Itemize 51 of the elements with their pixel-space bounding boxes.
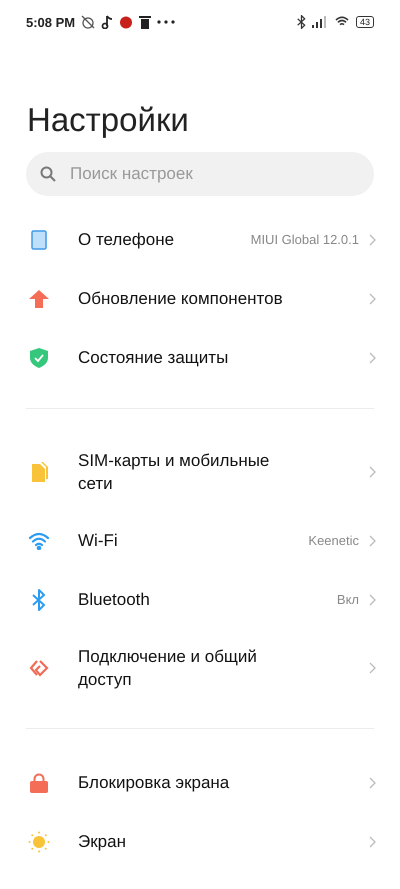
signal-icon (312, 16, 328, 28)
arrow-up-icon (29, 290, 49, 308)
chevron-right-icon (369, 662, 376, 674)
chevron-right-icon (369, 292, 376, 304)
settings-item[interactable]: SIM-карты и мобильные сети (0, 433, 400, 511)
item-value: MIUI Global 12.0.1 (250, 232, 359, 247)
sim-cards-icon (30, 462, 48, 482)
chevron-right-icon (369, 352, 376, 364)
settings-item[interactable]: Обновление компонентов (0, 269, 400, 328)
chevron-right-icon (369, 234, 376, 246)
alarm-off-icon (81, 15, 96, 29)
page-title: Настройки (27, 100, 190, 140)
shield-icon (30, 348, 48, 368)
chevron-right-icon (369, 776, 376, 788)
chevron-right-icon (369, 594, 376, 606)
item-label: Блокировка экрана (78, 772, 230, 794)
settings-item[interactable]: О телефоне MIUI Global 12.0.1 (0, 210, 400, 269)
settings-item[interactable]: Подключение и общий доступ (0, 629, 400, 707)
search-bar[interactable]: Поиск настроек (26, 152, 374, 196)
item-label: Wi-Fi (78, 530, 118, 552)
more-icon (157, 20, 176, 24)
item-label: Bluetooth (78, 589, 150, 611)
phone-icon (31, 230, 47, 250)
item-label: SIM-карты и мобильные сети (78, 450, 270, 495)
status-time: 5:08 PM (26, 14, 76, 30)
item-label: Экран (78, 831, 126, 853)
chevron-right-icon (369, 836, 376, 848)
settings-item[interactable]: Состояние защиты (0, 328, 400, 387)
music-note-icon (101, 15, 114, 29)
settings-item[interactable]: Блокировка экрана (0, 753, 400, 812)
chevron-right-icon (369, 466, 376, 478)
item-value: Вкл (336, 592, 359, 607)
item-label: О телефоне (78, 229, 174, 251)
bluetooth-icon (32, 588, 46, 610)
search-input[interactable]: Поиск настроек (68, 163, 360, 185)
wifi-icon (334, 16, 350, 28)
item-label: Состояние защиты (78, 347, 228, 369)
item-label: Подключение и общий доступ (78, 646, 258, 691)
trash-icon (139, 15, 152, 29)
sun-icon (28, 830, 50, 852)
item-value: Keenetic (308, 533, 359, 548)
settings-item[interactable]: Wi-Fi Keenetic (0, 511, 400, 570)
bluetooth-icon (296, 15, 306, 29)
battery-level: 43 (356, 16, 374, 28)
lock-icon (30, 772, 48, 792)
wifi-icon (28, 532, 50, 550)
search-icon (40, 166, 56, 182)
settings-item[interactable]: Экран (0, 812, 400, 871)
item-label: Обновление компонентов (78, 288, 283, 310)
settings-item[interactable]: Bluetooth Вкл (0, 570, 400, 629)
chevron-right-icon (369, 534, 376, 546)
